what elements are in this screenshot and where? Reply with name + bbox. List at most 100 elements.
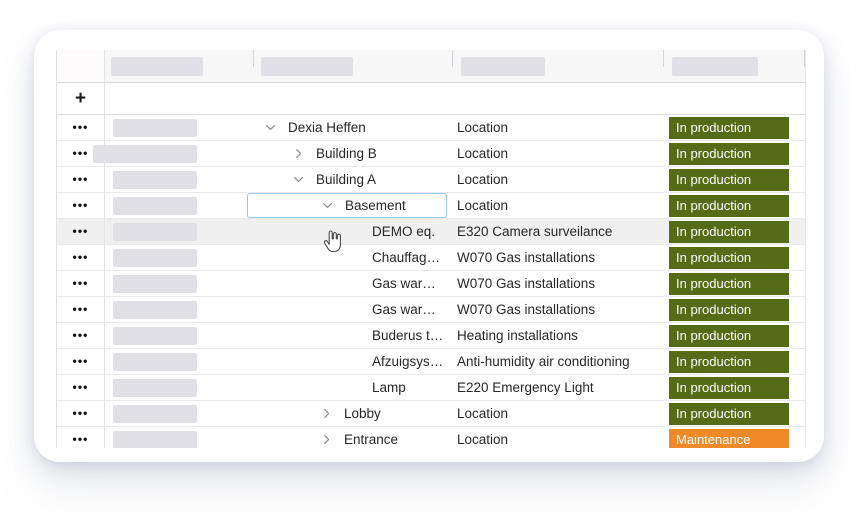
row-status-cell[interactable]: Maintenance: [665, 427, 805, 448]
tree-node-cell-selected[interactable]: Basement: [247, 193, 447, 218]
row-category-cell[interactable]: Location: [447, 141, 665, 166]
row-status-cell[interactable]: In production: [665, 193, 805, 218]
row-status-cell[interactable]: In production: [665, 167, 805, 192]
chevron-down-icon[interactable]: [261, 122, 279, 133]
chevron-right-icon[interactable]: [317, 434, 335, 445]
table-row[interactable]: ••• LobbyLocationIn production: [57, 401, 805, 427]
table-row[interactable]: ••• Building BLocationIn production: [57, 141, 805, 167]
row-status-cell[interactable]: In production: [665, 245, 805, 270]
tree-node-cell[interactable]: Gas warmer 2: [247, 271, 447, 296]
overflow-menu-icon: •••: [73, 303, 89, 315]
add-row[interactable]: +: [57, 83, 805, 115]
row-category-label: W070 Gas installations: [457, 276, 595, 291]
table-row[interactable]: ••• Gas warmer 3W070 Gas installationsIn …: [57, 297, 805, 323]
row-category-cell[interactable]: W070 Gas installations: [447, 245, 665, 270]
add-row-button[interactable]: +: [57, 83, 105, 114]
tree-node-cell[interactable]: Buderus type 1: [247, 323, 447, 348]
row-status-cell[interactable]: In production: [665, 323, 805, 348]
chevron-down-icon[interactable]: [318, 200, 336, 211]
tree-node-cell[interactable]: Dexia Heffen: [247, 115, 447, 140]
row-category-cell[interactable]: W070 Gas installations: [447, 271, 665, 296]
row-redacted-identifier[interactable]: [105, 427, 247, 448]
row-redacted-identifier[interactable]: [105, 219, 247, 244]
tree-node-cell[interactable]: DEMO eq.: [247, 219, 447, 244]
row-redacted-identifier[interactable]: [105, 271, 247, 296]
row-overflow-menu-button[interactable]: •••: [57, 401, 105, 426]
tree-node-label: Gas warmer 3: [363, 302, 447, 317]
tree-node-cell[interactable]: Building B: [247, 141, 447, 166]
chevron-down-icon[interactable]: [289, 174, 307, 185]
row-redacted-identifier[interactable]: [105, 115, 247, 140]
table-row[interactable]: ••• Gas warmer 2 W070 Gas installations In …: [57, 271, 805, 297]
tree-node-content: Basement: [247, 193, 447, 218]
row-status-cell[interactable]: In production: [665, 141, 805, 166]
row-status-cell[interactable]: In production: [665, 297, 805, 322]
row-category-cell[interactable]: E320 Camera surveilance: [447, 219, 665, 244]
row-status-cell[interactable]: In production: [665, 349, 805, 374]
tree-node-cell[interactable]: Chauffage au gaz 1: [247, 245, 447, 270]
row-category-cell[interactable]: Location: [447, 115, 665, 140]
row-category-label: E320 Camera surveilance: [457, 224, 612, 239]
row-category-cell[interactable]: Anti-humidity air conditioning: [447, 349, 665, 374]
table-row[interactable]: ••• LampE220 Emergency LightIn production: [57, 375, 805, 401]
chevron-right-icon[interactable]: [289, 148, 307, 159]
row-overflow-menu-button[interactable]: •••: [57, 349, 105, 374]
row-status-cell[interactable]: In production: [665, 375, 805, 400]
row-redacted-identifier[interactable]: [105, 401, 247, 426]
row-overflow-menu-button[interactable]: •••: [57, 427, 105, 448]
column-header-redacted-4[interactable]: [664, 50, 804, 82]
chevron-right-icon[interactable]: [317, 408, 335, 419]
table-row[interactable]: ••• Chauffage au gaz 1W070 Gas installati…: [57, 245, 805, 271]
tree-node-cell[interactable]: Building A: [247, 167, 447, 192]
row-redacted-identifier[interactable]: [105, 167, 247, 192]
column-header-redacted-1[interactable]: [105, 50, 253, 82]
row-overflow-menu-button[interactable]: •••: [57, 167, 105, 192]
tree-node-cell[interactable]: Afzuigsysteem: [247, 349, 447, 374]
row-redacted-identifier[interactable]: [105, 375, 247, 400]
row-overflow-menu-button[interactable]: •••: [57, 375, 105, 400]
overflow-menu-icon: •••: [73, 173, 89, 185]
overflow-menu-icon: •••: [73, 147, 89, 159]
row-category-cell[interactable]: E220 Emergency Light: [447, 375, 665, 400]
row-category-cell[interactable]: Location: [447, 167, 665, 192]
row-overflow-menu-button[interactable]: •••: [57, 115, 105, 140]
row-category-cell[interactable]: Location: [447, 427, 665, 448]
row-redacted-identifier[interactable]: [105, 349, 247, 374]
column-header-redacted-3[interactable]: [453, 50, 663, 82]
row-overflow-menu-button[interactable]: •••: [57, 219, 105, 244]
row-overflow-menu-button[interactable]: •••: [57, 193, 105, 218]
row-redacted-identifier[interactable]: [105, 323, 247, 348]
table-row[interactable]: ••• BasementLocationIn production: [57, 193, 805, 219]
row-redacted-identifier[interactable]: [105, 297, 247, 322]
row-category-cell[interactable]: Location: [447, 193, 665, 218]
table-row[interactable]: ••• DEMO eq. E320 Camera surveilance In pro…: [57, 219, 805, 245]
table-row[interactable]: ••• AfzuigsysteemAnti-humidity air condit…: [57, 349, 805, 375]
tree-node-cell[interactable]: Lobby: [247, 401, 447, 426]
row-category-cell[interactable]: Location: [447, 401, 665, 426]
table-row[interactable]: ••• Dexia HeffenLocationIn production: [57, 115, 805, 141]
table-row[interactable]: ••• Building ALocationIn production: [57, 167, 805, 193]
row-redacted-identifier[interactable]: [105, 141, 247, 166]
tree-node-cell[interactable]: Lamp: [247, 375, 447, 400]
row-status-cell[interactable]: In production: [665, 219, 805, 244]
row-overflow-menu-button[interactable]: •••: [57, 245, 105, 270]
row-category-cell[interactable]: W070 Gas installations: [447, 297, 665, 322]
row-overflow-menu-button[interactable]: •••: [57, 271, 105, 296]
row-redacted-identifier[interactable]: [105, 193, 247, 218]
redaction-bar: [113, 431, 197, 449]
row-category-cell[interactable]: Heating installations: [447, 323, 665, 348]
table-row[interactable]: ••• Buderus type 1Heating installationsIn…: [57, 323, 805, 349]
row-status-cell[interactable]: In production: [665, 115, 805, 140]
column-header-redacted-2[interactable]: [254, 50, 452, 82]
row-overflow-menu-button[interactable]: •••: [57, 323, 105, 348]
column-header-row: [57, 50, 805, 83]
tree-node-cell[interactable]: Gas warmer 3: [247, 297, 447, 322]
row-status-cell[interactable]: In production: [665, 401, 805, 426]
tree-node-cell[interactable]: Entrance: [247, 427, 447, 448]
row-overflow-menu-button[interactable]: •••: [57, 297, 105, 322]
data-grid-viewport: + •••Dexia HeffenLocationIn production••…: [56, 50, 806, 448]
row-status-cell[interactable]: In production: [665, 271, 805, 296]
tree-node-content: Chauffage au gaz 1: [247, 245, 447, 270]
table-row[interactable]: ••• EntranceLocationMaintenance: [57, 427, 805, 448]
row-redacted-identifier[interactable]: [105, 245, 247, 270]
